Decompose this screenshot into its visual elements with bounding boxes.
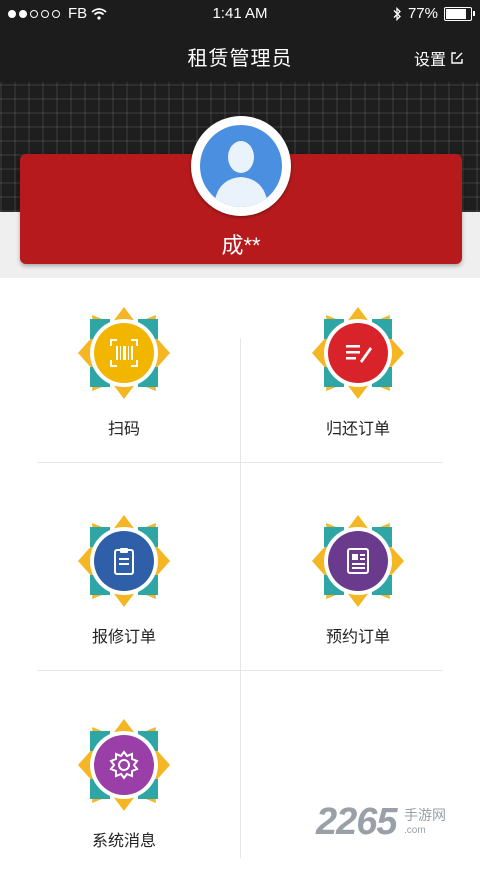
battery-percent: 77% [407, 5, 438, 22]
menu-item-system-messages[interactable]: 系统消息 [24, 717, 224, 877]
menu-item-label: 归还订单 [325, 421, 390, 438]
status-right: 77% [392, 5, 475, 22]
document-icon [347, 548, 369, 574]
status-bar: FB 1:41 AM 77% [0, 0, 480, 28]
watermark-text: 手游网 [404, 807, 446, 823]
menu-item-label: 报修订单 [91, 629, 156, 646]
bluetooth-icon [393, 6, 401, 21]
watermark-url: .com [404, 825, 426, 836]
gear-icon [109, 750, 139, 780]
barcode-scan-icon [110, 339, 138, 367]
battery-icon [444, 6, 475, 21]
page-title: 租赁管理员 [187, 48, 293, 70]
menu-item-return-orders[interactable]: 归还订单 [258, 305, 458, 465]
avatar[interactable] [191, 116, 291, 216]
edit-list-icon [346, 345, 372, 363]
menu-item-label: 预约订单 [325, 629, 390, 646]
menu-item-repair-orders[interactable]: 报修订单 [24, 513, 224, 673]
clipboard-icon [114, 548, 134, 575]
menu-item-reservation-orders[interactable]: 预约订单 [258, 513, 458, 673]
edit-icon [451, 52, 463, 64]
menu-grid: 扫码 归还订单 报修订单 预约订单 系统消息 [0, 278, 480, 858]
settings-button[interactable]: 设置 [414, 46, 464, 70]
menu-item-label: 扫码 [107, 421, 140, 438]
user-silhouette-icon [214, 141, 268, 207]
username: 成** [221, 233, 261, 258]
menu-item-label: 系统消息 [91, 833, 156, 850]
menu-item-scan[interactable]: 扫码 [24, 305, 224, 465]
watermark-logo: 2265 手游网 .com [316, 801, 466, 849]
grid-divider-vertical [240, 338, 241, 858]
navbar: 租赁管理员 设置 [0, 28, 480, 82]
watermark-number: 2265 [316, 801, 398, 843]
settings-label: 设置 [413, 52, 446, 69]
